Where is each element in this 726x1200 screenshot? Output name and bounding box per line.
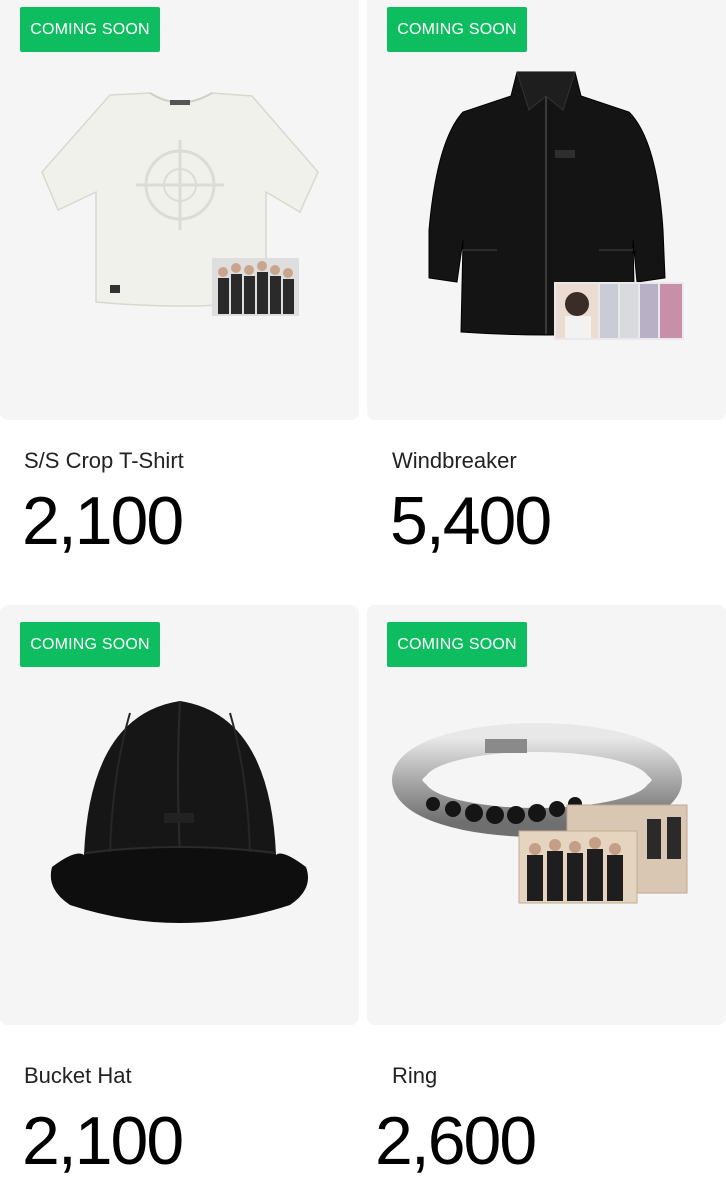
- coming-soon-badge: COMING SOON: [387, 7, 527, 52]
- product-name[interactable]: Windbreaker: [392, 448, 517, 474]
- coming-soon-badge: COMING SOON: [387, 622, 527, 667]
- bucket-hat-icon: [50, 700, 309, 923]
- product-name[interactable]: S/S Crop T-Shirt: [24, 448, 184, 474]
- product-price: 5,400: [390, 483, 552, 559]
- product-name[interactable]: Ring: [392, 1063, 437, 1089]
- product-price: 2,100: [22, 1103, 184, 1179]
- product-image[interactable]: COMING SOON: [0, 605, 359, 1025]
- coming-soon-badge: COMING SOON: [20, 7, 160, 52]
- jacket-icon: [428, 71, 684, 340]
- product-price: 2,100: [22, 483, 184, 559]
- product-grid: COMING SOON S/S Crop T-Shirt 2,100 COMIN…: [0, 0, 726, 1200]
- product-name[interactable]: Bucket Hat: [24, 1063, 132, 1089]
- tshirt-icon: [41, 92, 319, 316]
- product-image[interactable]: COMING SOON: [367, 0, 726, 420]
- ring-icon: [392, 723, 688, 904]
- product-image[interactable]: COMING SOON: [0, 0, 359, 420]
- product-price: 2,600: [375, 1103, 537, 1179]
- product-image[interactable]: COMING SOON: [367, 605, 726, 1025]
- coming-soon-badge: COMING SOON: [20, 622, 160, 667]
